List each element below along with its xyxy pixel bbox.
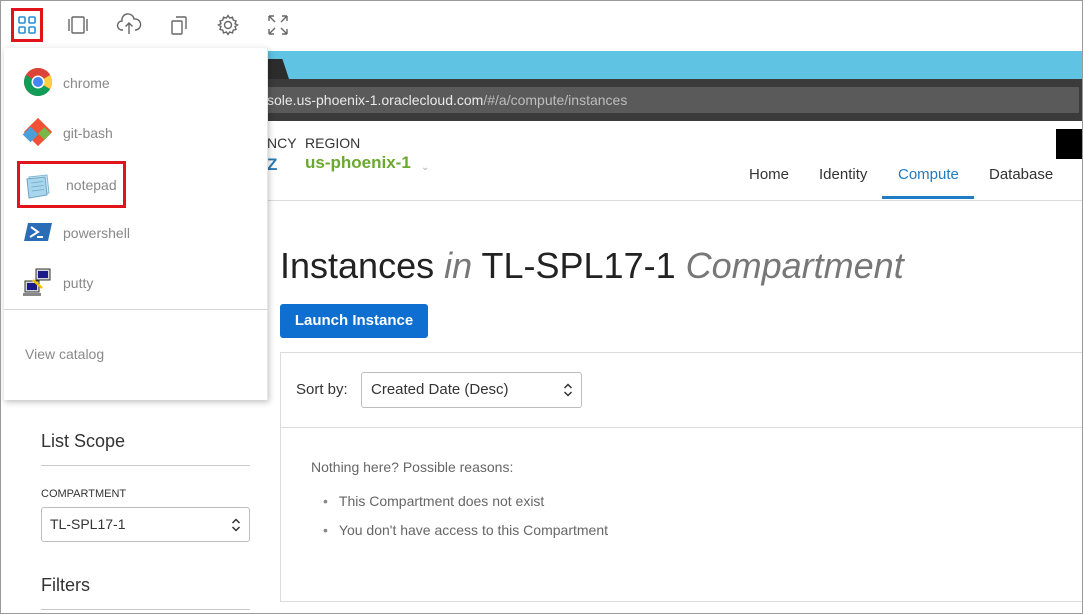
- instances-panel: Sort by: Created Date (Desc) Nothing her…: [280, 352, 1082, 602]
- menu-item-label: putty: [63, 275, 94, 291]
- toolbar: [2, 2, 1082, 48]
- compartment-value: TL-SPL17-1: [50, 516, 126, 532]
- app-frame: sole.us-phoenix-1.oraclecloud.com/#/a/co…: [0, 0, 1083, 614]
- menu-item-notepad[interactable]: notepad: [17, 161, 126, 208]
- window-frame-icon[interactable]: [62, 8, 94, 42]
- putty-icon: [23, 268, 51, 296]
- sort-select[interactable]: Created Date (Desc): [361, 372, 582, 408]
- list-scope-title: List Scope: [41, 431, 126, 451]
- address-bar: sole.us-phoenix-1.oraclecloud.com/#/a/co…: [267, 79, 1082, 121]
- menu-item-label: powershell: [63, 225, 130, 241]
- nav-home[interactable]: Home: [749, 166, 789, 183]
- title-compartment-name: TL-SPL17-1: [481, 245, 676, 286]
- empty-state-heading: Nothing here? Possible reasons:: [311, 459, 514, 475]
- apps-grid-icon[interactable]: [11, 8, 43, 42]
- region-selector[interactable]: us-phoenix-1: [305, 153, 411, 173]
- menu-item-label: git-bash: [63, 125, 113, 141]
- console-header: NCY Z REGION us-phoenix-1 ⌄ Home Identit…: [267, 121, 1082, 201]
- menu-item-putty[interactable]: putty: [14, 258, 264, 308]
- gear-icon[interactable]: [212, 8, 244, 42]
- updown-chevron-icon: [231, 518, 241, 532]
- menu-item-git-bash[interactable]: git-bash: [14, 108, 264, 158]
- menu-item-label: chrome: [63, 75, 110, 91]
- active-nav-indicator: [882, 196, 974, 199]
- compartment-select[interactable]: TL-SPL17-1: [41, 507, 250, 542]
- url-path: /#/a/compute/instances: [483, 92, 628, 108]
- divider: [41, 465, 250, 466]
- tenancy-value[interactable]: Z: [267, 155, 277, 175]
- fullscreen-icon[interactable]: [262, 8, 294, 42]
- updown-chevron-icon: [563, 383, 573, 397]
- empty-state-reasons: This Compartment does not exist You don'…: [311, 493, 608, 551]
- chevron-down-icon[interactable]: ⌄: [421, 162, 429, 173]
- url-host: sole.us-phoenix-1.oraclecloud.com: [267, 92, 484, 108]
- sort-label: Sort by:: [296, 381, 348, 398]
- title-instances: Instances: [280, 245, 435, 286]
- list-item: You don't have access to this Compartmen…: [311, 522, 608, 551]
- region-label: REGION: [305, 135, 361, 151]
- nav-identity[interactable]: Identity: [819, 166, 867, 183]
- compartment-label: COMPARTMENT: [41, 488, 127, 500]
- user-avatar[interactable]: [1056, 129, 1082, 159]
- cloud-upload-icon[interactable]: [113, 8, 145, 42]
- chrome-icon: [24, 68, 52, 96]
- app-launcher-menu: chrome git-bash notepad powershell putty…: [4, 48, 268, 400]
- divider: [4, 309, 268, 310]
- browser-tab-strip: [267, 51, 1082, 79]
- sort-value: Created Date (Desc): [371, 381, 509, 398]
- filters-title: Filters: [41, 575, 90, 595]
- url-field[interactable]: sole.us-phoenix-1.oraclecloud.com/#/a/co…: [267, 87, 1079, 113]
- list-item: This Compartment does not exist: [311, 493, 608, 522]
- title-compartment: Compartment: [685, 245, 904, 286]
- git-bash-icon: [22, 117, 53, 147]
- sort-bar: Sort by: Created Date (Desc): [281, 353, 1082, 428]
- tenancy-label: NCY: [267, 135, 297, 151]
- title-in: in: [444, 245, 473, 286]
- notepad-icon: [26, 174, 50, 199]
- menu-item-label: notepad: [66, 177, 117, 193]
- copy-icon[interactable]: [163, 8, 195, 42]
- nav-database[interactable]: Database: [989, 166, 1053, 183]
- powershell-icon: [24, 223, 52, 241]
- nav-compute[interactable]: Compute: [898, 166, 959, 183]
- page-title: Instances in TL-SPL17-1 Compartment: [280, 245, 904, 287]
- launch-instance-button[interactable]: Launch Instance: [280, 304, 428, 338]
- divider: [41, 609, 250, 610]
- menu-item-chrome[interactable]: chrome: [14, 58, 264, 108]
- view-catalog-link[interactable]: View catalog: [25, 346, 104, 362]
- menu-item-powershell[interactable]: powershell: [14, 208, 264, 258]
